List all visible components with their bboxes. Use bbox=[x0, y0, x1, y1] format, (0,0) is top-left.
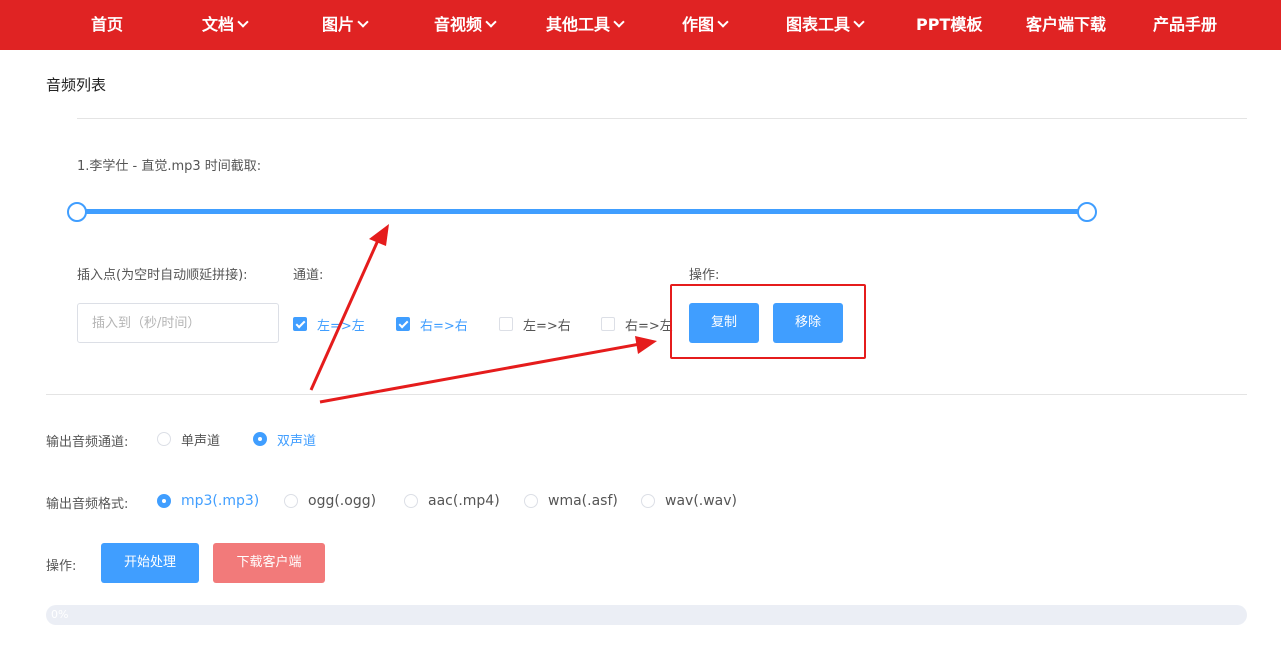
radio-icon bbox=[284, 494, 298, 508]
format-mp3-radio[interactable]: mp3(.mp3) bbox=[157, 492, 259, 510]
nav-client-download[interactable]: 客户端下载 bbox=[1026, 0, 1106, 50]
output-channel-label: 输出音频通道: bbox=[46, 435, 129, 450]
channel-label: 通道: bbox=[293, 268, 324, 283]
divider bbox=[77, 118, 1247, 119]
progress-text: 0% bbox=[51, 608, 69, 621]
nav-drawing[interactable]: 作图 bbox=[682, 0, 729, 50]
radio-icon bbox=[253, 432, 267, 446]
checkbox-icon bbox=[601, 317, 615, 331]
mono-radio[interactable]: 单声道 bbox=[157, 430, 220, 449]
nav-other-tools[interactable]: 其他工具 bbox=[546, 0, 625, 50]
download-client-button[interactable]: 下载客户端 bbox=[213, 543, 325, 583]
chevron-down-icon bbox=[717, 16, 729, 28]
radio-icon bbox=[157, 494, 171, 508]
divider bbox=[46, 394, 1247, 395]
nav-home[interactable]: 首页 bbox=[91, 0, 123, 50]
checkbox-icon bbox=[293, 317, 307, 331]
chevron-down-icon bbox=[485, 16, 497, 28]
nav-chart-tools[interactable]: 图表工具 bbox=[786, 0, 865, 50]
slider-end-handle[interactable] bbox=[1077, 202, 1097, 222]
time-range-slider[interactable] bbox=[77, 209, 1087, 214]
insert-point-label: 插入点(为空时自动顺延拼接): bbox=[77, 268, 248, 283]
output-format-label: 输出音频格式: bbox=[46, 497, 129, 512]
arrowhead-icon bbox=[635, 336, 657, 354]
format-wma-radio[interactable]: wma(.asf) bbox=[524, 492, 618, 510]
channel-left-to-right-checkbox[interactable]: 左=>右 bbox=[499, 315, 571, 334]
checkbox-icon bbox=[396, 317, 410, 331]
channel-right-to-left-checkbox[interactable]: 右=>左 bbox=[601, 315, 673, 334]
section-title: 音频列表 bbox=[46, 76, 107, 94]
nav-ppt-templates[interactable]: PPT模板 bbox=[916, 0, 982, 50]
channel-left-to-left-checkbox[interactable]: 左=>左 bbox=[293, 315, 365, 334]
chevron-down-icon bbox=[357, 16, 369, 28]
actions-label: 操作: bbox=[46, 559, 77, 574]
format-ogg-radio[interactable]: ogg(.ogg) bbox=[284, 492, 376, 510]
start-processing-button[interactable]: 开始处理 bbox=[101, 543, 199, 583]
nav-images[interactable]: 图片 bbox=[322, 0, 369, 50]
radio-icon bbox=[641, 494, 655, 508]
format-wav-radio[interactable]: wav(.wav) bbox=[641, 492, 737, 510]
arrowhead-icon bbox=[369, 224, 389, 246]
annotation-highlight-box bbox=[670, 284, 866, 359]
nav-product-manual[interactable]: 产品手册 bbox=[1153, 0, 1217, 50]
insert-point-input[interactable] bbox=[77, 303, 279, 343]
stereo-radio[interactable]: 双声道 bbox=[253, 430, 316, 449]
nav-documents[interactable]: 文档 bbox=[202, 0, 249, 50]
channel-right-to-right-checkbox[interactable]: 右=>右 bbox=[396, 315, 468, 334]
radio-icon bbox=[524, 494, 538, 508]
progress-bar: 0% bbox=[46, 605, 1247, 625]
chevron-down-icon bbox=[853, 16, 865, 28]
format-aac-radio[interactable]: aac(.mp4) bbox=[404, 492, 500, 510]
audio-file-label: 1.李学仕 - 直觉.mp3 时间截取: bbox=[77, 159, 262, 174]
chevron-down-icon bbox=[613, 16, 625, 28]
radio-icon bbox=[157, 432, 171, 446]
chevron-down-icon bbox=[237, 16, 249, 28]
nav-audio-video[interactable]: 音视频 bbox=[434, 0, 497, 50]
top-nav: 首页 文档 图片 音视频 其他工具 作图 图表工具 PPT模板 客户端下载 产品… bbox=[0, 0, 1281, 50]
operations-label: 操作: bbox=[689, 268, 720, 283]
radio-icon bbox=[404, 494, 418, 508]
slider-start-handle[interactable] bbox=[67, 202, 87, 222]
checkbox-icon bbox=[499, 317, 513, 331]
